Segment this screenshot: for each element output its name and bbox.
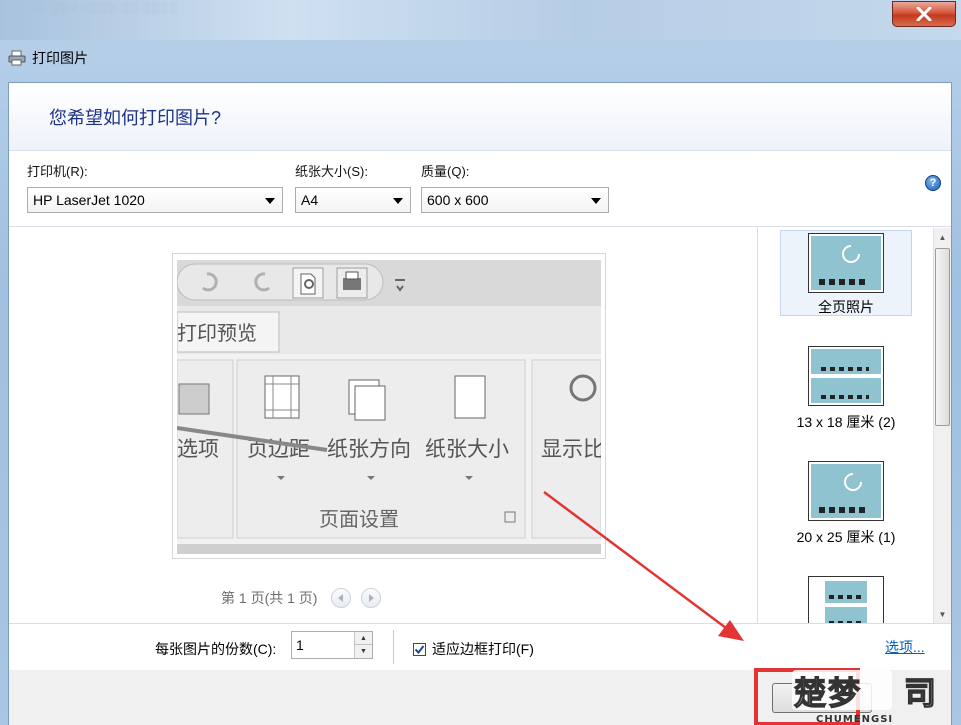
fit-to-frame-label: 适应边框打印(F) [432, 641, 534, 657]
print-settings: 打印机(R): HP LaserJet 1020 纸张大小(S): A4 质量(… [9, 151, 951, 227]
chevron-right-icon [369, 594, 375, 602]
layout-thumbnail [808, 461, 884, 521]
quality-select[interactable]: 600 x 600 [421, 187, 609, 213]
preview-page: 打印预览 选项 页边距 纸张方向 纸张大小 显示比 页面设置 [172, 253, 606, 559]
layout-thumbnail [808, 576, 884, 623]
background-window-text: ░░ ░░░ ░░░░ ░░ ░░░░ [30, 2, 179, 14]
layout-item-full-page[interactable]: 全页照片 [780, 230, 912, 316]
quality-label: 质量(Q): [421, 164, 470, 179]
close-button[interactable] [892, 1, 956, 27]
chevron-down-icon [591, 198, 601, 204]
chevron-down-icon [265, 198, 275, 204]
preview-screenshot: 打印预览 选项 页边距 纸张方向 纸张大小 显示比 页面设置 [177, 260, 601, 554]
decrement-icon[interactable]: ▼ [354, 645, 372, 658]
layout-item-partial[interactable] [780, 576, 912, 623]
layout-label: 20 x 25 厘米 (1) [796, 529, 896, 545]
svg-text:司: 司 [904, 674, 936, 712]
preview-ribbon-item-2: 纸张方向 [327, 437, 411, 461]
preview-area: 打印预览 选项 页边距 纸张方向 纸张大小 显示比 页面设置 第 1 页(共 1… [9, 228, 757, 623]
scroll-down-button[interactable]: ▼ [934, 605, 951, 623]
preview-group-label: 页面设置 [319, 507, 399, 531]
help-icon[interactable]: ? [925, 175, 941, 191]
increment-icon[interactable]: ▲ [354, 632, 372, 645]
printer-label: 打印机(R): [27, 164, 88, 179]
fit-to-frame-checkbox[interactable]: 适应边框打印(F) [413, 639, 534, 659]
checkbox-checked-icon [413, 642, 426, 656]
layout-scrollbar[interactable]: ▲ ▼ [933, 228, 951, 623]
options-link[interactable]: 选项... [885, 637, 925, 657]
printer-value: HP LaserJet 1020 [33, 192, 145, 208]
paper-size-field: 纸张大小(S): A4 [295, 161, 411, 213]
layout-thumbnail [808, 346, 884, 406]
preview-tab-label: 打印预览 [177, 321, 257, 345]
next-page-button[interactable] [361, 588, 382, 608]
layout-list: 全页照片 13 x 18 厘米 (2) 20 x 25 厘米 (1) ▲ ▼ [757, 228, 951, 623]
quality-field: 质量(Q): 600 x 600 [421, 161, 609, 213]
previous-page-button[interactable] [331, 588, 352, 608]
header-question: 您希望如何打印图片? [49, 107, 222, 128]
chevron-left-icon [338, 594, 344, 602]
window-title-text: 打印图片 [32, 50, 88, 66]
copies-label: 每张图片的份数(C): [155, 641, 277, 657]
quality-value: 600 x 600 [427, 192, 489, 208]
watermark-logo: 楚 梦 司 CHUMENGSI [792, 670, 937, 725]
dialog-client: 您希望如何打印图片? 打印机(R): HP LaserJet 1020 纸张大小… [8, 82, 952, 725]
preview-ribbon-item-4: 显示比 [541, 437, 601, 461]
close-icon [916, 7, 932, 21]
preview-ribbon-item-3: 纸张大小 [425, 437, 509, 461]
layout-item-20x25[interactable]: 20 x 25 厘米 (1) [780, 461, 912, 547]
paper-size-value: A4 [301, 192, 319, 208]
printer-select[interactable]: HP LaserJet 1020 [27, 187, 283, 213]
divider [393, 630, 394, 664]
scroll-up-button[interactable]: ▲ [934, 228, 951, 246]
svg-text:梦: 梦 [828, 674, 860, 712]
svg-text:楚: 楚 [794, 674, 826, 712]
paper-size-select[interactable]: A4 [295, 187, 411, 213]
layout-label: 13 x 18 厘米 (2) [796, 414, 896, 430]
copies-value: 1 [296, 637, 304, 653]
window-title: 打印图片 [8, 48, 88, 68]
page-status: 第 1 页(共 1 页) [221, 590, 318, 606]
watermark-brand: CHUMENGSI [816, 714, 893, 725]
preview-ribbon-item-0: 选项 [177, 437, 219, 461]
preview-image: 打印预览 选项 页边距 纸张方向 纸张大小 显示比 页面设置 [177, 260, 601, 554]
layout-thumbnail [808, 233, 884, 293]
chevron-down-icon [393, 198, 403, 204]
print-options: 每张图片的份数(C): 1 ▲ ▼ 适应边框打印(F) 选项... [9, 623, 951, 669]
page-navigator: 第 1 页(共 1 页) [221, 588, 382, 608]
dialog-header: 您希望如何打印图片? [9, 83, 951, 151]
printer-field: 打印机(R): HP LaserJet 1020 [27, 161, 283, 213]
layout-item-13x18[interactable]: 13 x 18 厘米 (2) [780, 346, 912, 432]
layout-label: 全页照片 [818, 299, 874, 315]
paper-size-label: 纸张大小(S): [295, 164, 368, 179]
scroll-thumb[interactable] [935, 248, 950, 426]
printer-icon [8, 50, 26, 66]
copies-stepper[interactable]: 1 ▲ ▼ [291, 631, 373, 659]
